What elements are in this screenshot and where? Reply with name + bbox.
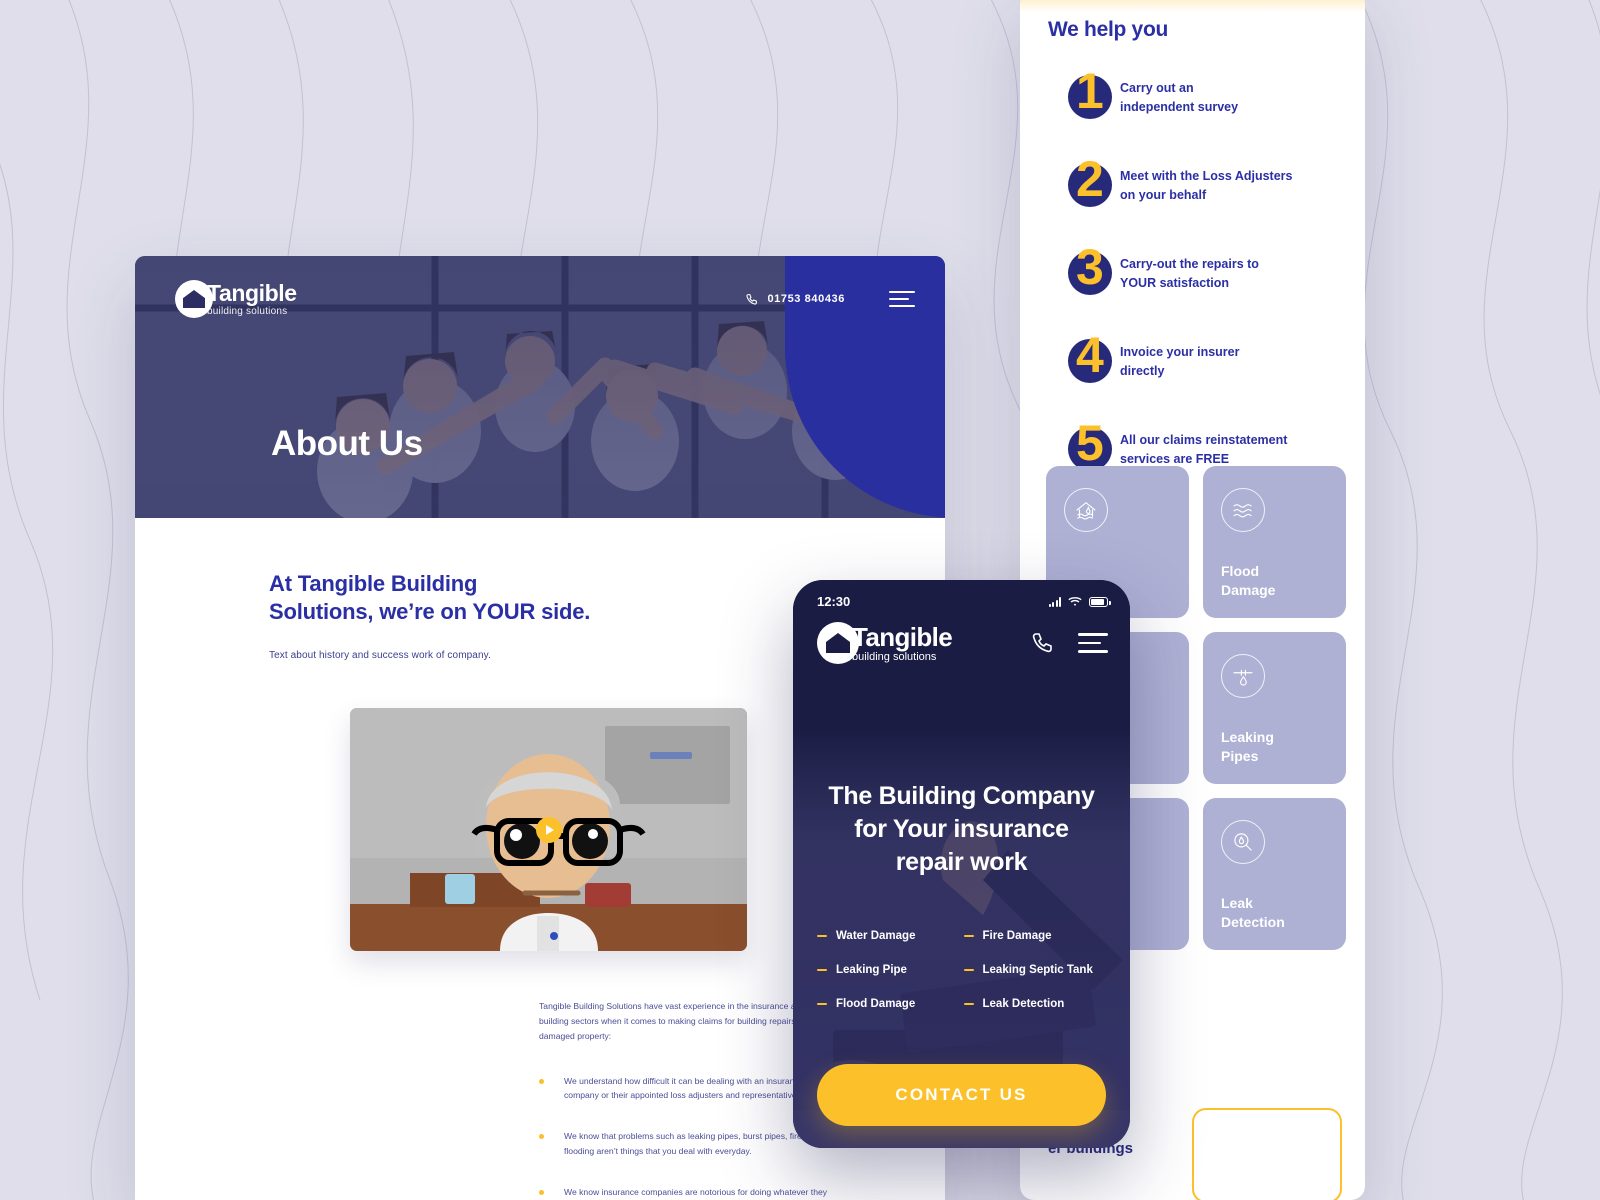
list-item: We know that problems such as leaking pi…	[539, 1129, 829, 1159]
step-number: 2	[1048, 154, 1120, 216]
step-digit: 3	[1076, 239, 1104, 295]
phone-logo[interactable]: Tangible building solutions	[817, 621, 953, 664]
contact-us-button[interactable]: CONTACT US	[817, 1064, 1106, 1126]
phone-feature-list: Water Damage Fire Damage Leaking Pipe Le…	[817, 930, 1110, 1010]
list-item: We understand how difficult it can be de…	[539, 1074, 829, 1104]
leaking-pipes-icon	[1221, 654, 1265, 698]
feature-label: Water Damage	[836, 930, 916, 942]
logo-name: Tangible	[852, 621, 953, 652]
about-intro-paragraph: Tangible Building Solutions have vast ex…	[539, 1001, 806, 1041]
step-text-line2: YOUR satisfaction	[1120, 275, 1230, 290]
hamburger-menu-icon[interactable]	[889, 291, 915, 307]
mobile-phone-mockup: 12:30 Tangible building solutions The Bu…	[793, 580, 1130, 1148]
dash-icon	[817, 968, 827, 972]
phone-status-bar: 12:30	[817, 594, 1111, 609]
step-text-line2: on your behalf	[1120, 187, 1207, 202]
step-text: Invoice your insurer directly	[1120, 334, 1239, 381]
service-card-flood-damage[interactable]: Flood Damage	[1203, 466, 1346, 618]
list-item[interactable]: Leak Detection	[963, 998, 1111, 1010]
service-label: Leaking Pipes	[1221, 729, 1274, 765]
service-card-leak-detection[interactable]: Leak Detection	[1203, 798, 1346, 950]
step-text-line1: Meet with the Loss Adjusters	[1120, 169, 1293, 183]
wifi-icon	[1068, 597, 1082, 606]
signal-bars-icon	[1048, 597, 1061, 607]
list-item: 4 Invoice your insurer directly	[1048, 330, 1338, 392]
list-item: 1 Carry out an independent survey	[1048, 66, 1338, 128]
hamburger-menu-icon[interactable]	[1078, 633, 1108, 653]
about-body-copy: Tangible Building Solutions have vast ex…	[539, 999, 829, 1200]
step-digit: 5	[1076, 415, 1104, 471]
logo-tagline: building solutions	[852, 650, 937, 663]
list-item: 2 Meet with the Loss Adjusters on your b…	[1048, 154, 1338, 216]
phone-icon	[746, 293, 758, 305]
step-number: 1	[1048, 66, 1120, 128]
step-text-line1: Invoice your insurer	[1120, 345, 1240, 359]
step-number: 4	[1048, 330, 1120, 392]
dash-icon	[963, 1002, 974, 1006]
dash-icon	[817, 1002, 827, 1006]
phone-number: 01753 840436	[767, 293, 845, 305]
dash-icon	[817, 934, 827, 938]
logo-tagline: building solutions	[207, 305, 288, 317]
step-text-line1: All our claims reinstatement	[1120, 433, 1288, 447]
step-digit: 1	[1076, 63, 1104, 119]
list-item[interactable]: Fire Damage	[963, 930, 1111, 942]
list-item[interactable]: Water Damage	[817, 930, 964, 942]
step-number: 3	[1048, 242, 1120, 304]
step-text: All our claims reinstatement services ar…	[1120, 422, 1287, 469]
list-item[interactable]: Flood Damage	[817, 998, 964, 1010]
feature-label: Leaking Pipe	[836, 964, 907, 976]
top-yellow-glow	[1020, 0, 1365, 12]
status-time: 12:30	[817, 594, 851, 609]
desktop-topbar: Tangible building solutions 01753 840436	[175, 280, 915, 318]
tangible-house-logo-icon	[817, 622, 859, 664]
flood-damage-icon	[1221, 488, 1265, 532]
feature-label: Flood Damage	[836, 998, 916, 1010]
step-text: Meet with the Loss Adjusters on your beh…	[1120, 158, 1292, 205]
phone-hero-title: The Building Company for Your insurance …	[828, 782, 1095, 876]
step-digit: 2	[1076, 151, 1104, 207]
list-item: We know insurance companies are notoriou…	[539, 1185, 829, 1200]
desktop-logo[interactable]: Tangible building solutions	[175, 280, 297, 318]
we-help-you-heading: We help you	[1048, 18, 1168, 41]
list-item: 3 Carry-out the repairs to YOUR satisfac…	[1048, 242, 1338, 304]
logo-name: Tangible	[207, 279, 297, 306]
play-icon[interactable]	[535, 816, 562, 843]
service-card-leaking-pipes[interactable]: Leaking Pipes	[1203, 632, 1346, 784]
step-text: Carry out an independent survey	[1120, 70, 1238, 117]
dash-icon	[963, 934, 974, 938]
feature-label: Fire Damage	[982, 930, 1052, 942]
battery-icon	[1089, 597, 1111, 607]
service-label: Flood Damage	[1221, 563, 1276, 599]
desktop-hero: Tangible building solutions 01753 840436…	[135, 256, 945, 518]
yellow-outline-card	[1192, 1108, 1342, 1200]
step-text: Carry-out the repairs to YOUR satisfacti…	[1120, 246, 1259, 293]
phone-contact[interactable]: 01753 840436	[745, 293, 845, 306]
dash-icon	[963, 968, 974, 972]
step-text-line2: directly	[1120, 363, 1165, 378]
help-steps-list: 1 Carry out an independent survey 2 Meet…	[1048, 66, 1338, 510]
step-text-line2: independent survey	[1120, 99, 1239, 114]
step-text-line1: Carry-out the repairs to	[1120, 257, 1259, 271]
feature-label: Leaking Septic Tank	[982, 964, 1093, 976]
phone-icon[interactable]	[1030, 631, 1054, 655]
page-title: About Us	[271, 424, 423, 463]
step-text-line1: Carry out an	[1120, 81, 1194, 95]
water-damage-icon	[1064, 488, 1108, 532]
service-label: Leak Detection	[1221, 895, 1285, 931]
list-item[interactable]: Leaking Septic Tank	[963, 964, 1111, 976]
feature-label: Leak Detection	[982, 998, 1065, 1010]
list-item[interactable]: Leaking Pipe	[817, 964, 964, 976]
leak-detection-icon	[1221, 820, 1265, 864]
video-thumbnail[interactable]	[350, 708, 747, 952]
about-bullet-list: We understand how difficult it can be de…	[539, 1074, 829, 1200]
phone-header: Tangible building solutions	[817, 622, 1108, 664]
step-digit: 4	[1076, 327, 1104, 383]
